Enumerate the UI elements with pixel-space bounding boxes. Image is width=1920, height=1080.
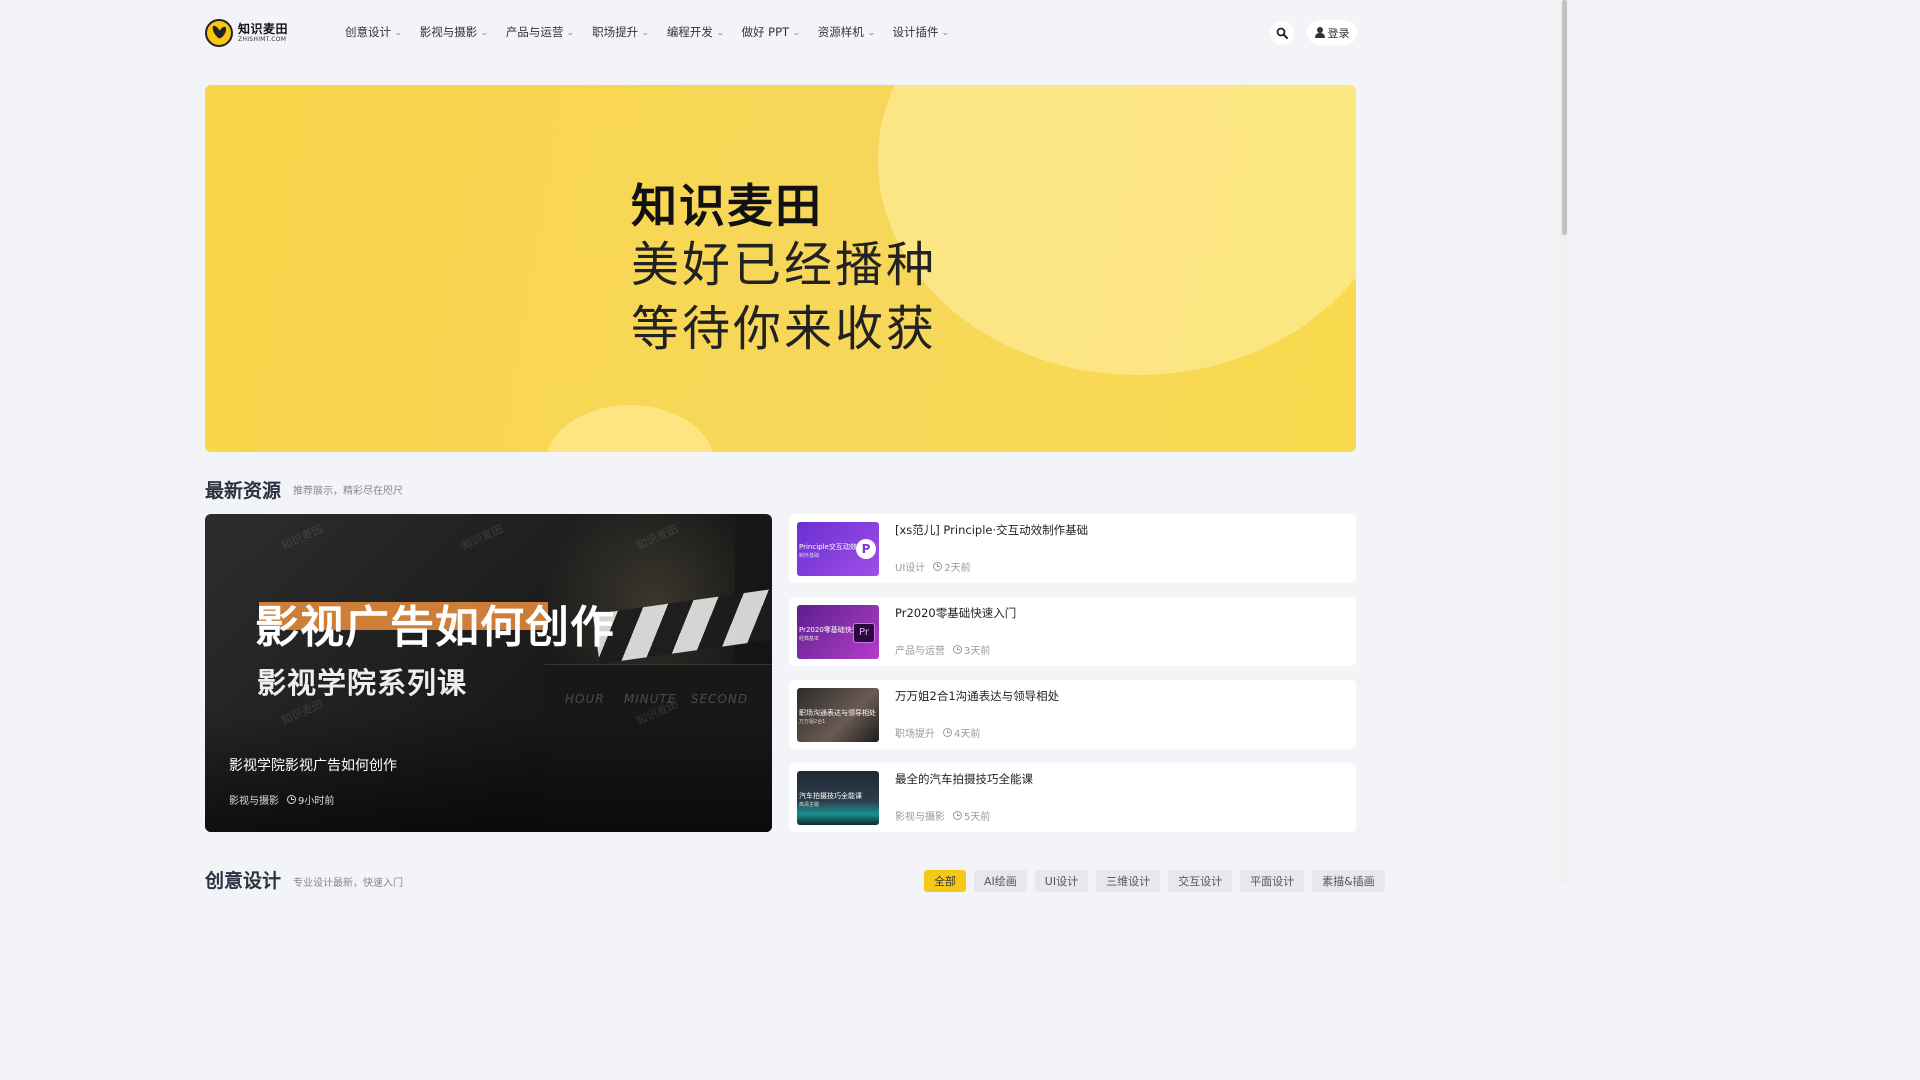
featured-category[interactable]: 影视与摄影 [229, 792, 279, 807]
chevron-down-icon: ⌄ [566, 27, 576, 37]
nav-item-programming[interactable]: 编程开发 ⌄ [667, 24, 725, 40]
resource-category[interactable]: 职场提升 [895, 725, 935, 740]
nav-item-career[interactable]: 职场提升 ⌄ [592, 24, 650, 40]
resource-category[interactable]: UI设计 [895, 559, 925, 574]
featured-resource-card[interactable]: HOUR MINUTE SECOND 知识麦田 知识麦田 知识麦田 知识麦田 知… [205, 514, 772, 832]
chevron-down-icon: ⌄ [641, 27, 650, 37]
featured-time: 9小时前 [298, 796, 335, 807]
hero-banner[interactable]: 知识麦田 美好已经播种 等待你来收获 [205, 85, 1356, 452]
tab-ui-design[interactable]: UI设计 [1034, 870, 1089, 892]
premiere-app-icon: Pr [853, 623, 875, 643]
chevron-down-icon: ⌄ [792, 27, 801, 37]
resource-thumbnail[interactable]: Pr2020零基础快速入门 经典基本 Pr [797, 605, 879, 659]
featured-caption[interactable]: 影视学院影视广告如何创作 [229, 755, 397, 775]
tab-3d-design[interactable]: 三维设计 [1096, 870, 1161, 892]
list-item[interactable]: Principle交互动效 制作基础 P [xs范儿] Principle·交互… [789, 514, 1356, 583]
chevron-down-icon: ⌄ [715, 27, 725, 37]
search-icon [1276, 27, 1288, 39]
resource-thumbnail[interactable]: 职场沟通表达与领导相处 万万姐2合1 [797, 688, 879, 742]
nav-item-film-photography[interactable]: 影视与摄影 ⌄ [420, 24, 489, 40]
clock-icon [287, 795, 296, 804]
user-icon [1314, 27, 1325, 38]
site-logo[interactable]: 知识麦田 ZHISHIMT.COM [205, 18, 288, 48]
resource-title[interactable]: 最全的汽车拍摄技巧全能课 [895, 771, 1033, 787]
resource-meta: 影视与摄影 5天前 [895, 808, 990, 823]
logo-domain: ZHISHIMT.COM [238, 36, 287, 43]
top-header: 知识麦田 ZHISHIMT.COM 创意设计 ⌄ 影视与摄影 ⌄ 产品与运营 ⌄ 职场… [0, 0, 1560, 66]
resource-title[interactable]: 万万姐2合1沟通表达与领导相处 [895, 688, 1059, 704]
resource-title[interactable]: Pr2020零基础快速入门 [895, 605, 1016, 621]
category-tabs: 全部 AI绘画 UI设计 三维设计 交互设计 平面设计 素描&插画 [924, 870, 1393, 892]
clock-icon [953, 811, 962, 820]
resource-title[interactable]: [xs范儿] Principle·交互动效制作基础 [895, 522, 1088, 538]
main-nav: 创意设计 ⌄ 影视与摄影 ⌄ 产品与运营 ⌄ 职场提升 ⌄ 编程开发 ⌄ 做好 PPT ⌄ … [345, 24, 967, 40]
login-label: 登录 [1327, 26, 1350, 40]
chevron-down-icon: ⌄ [941, 27, 951, 37]
wheat-logo-icon [205, 19, 233, 47]
nav-item-design-plugins[interactable]: 设计插件 ⌄ [892, 24, 951, 40]
tab-graphic-design[interactable]: 平面设计 [1240, 870, 1305, 892]
resource-time: 3天前 [964, 646, 991, 657]
list-item[interactable]: 汽车拍摄技巧全能课 高清主题 最全的汽车拍摄技巧全能课 影视与摄影 5天前 [789, 763, 1356, 832]
clock-icon [953, 645, 962, 654]
featured-image-subtitle: 影视学院系列课 [257, 666, 468, 700]
banner-decor-circle [545, 405, 715, 452]
tab-sketch-illustration[interactable]: 素描&插画 [1312, 870, 1385, 892]
login-button[interactable]: 登录 [1307, 20, 1357, 45]
section-subtitle-latest: 推荐展示，精彩尽在咫尺 [293, 486, 403, 497]
resource-category[interactable]: 影视与摄影 [895, 808, 945, 823]
list-item[interactable]: 职场沟通表达与领导相处 万万姐2合1 万万姐2合1沟通表达与领导相处 职场提升 … [789, 680, 1356, 749]
page-scrollbar-thumb[interactable] [1562, 0, 1567, 235]
logo-name: 知识麦田 [238, 22, 289, 36]
tab-interaction-design[interactable]: 交互设计 [1168, 870, 1233, 892]
chevron-down-icon: ⌄ [866, 27, 876, 37]
chevron-down-icon: ⌄ [480, 27, 489, 37]
resource-thumbnail[interactable]: Principle交互动效 制作基础 P [797, 522, 879, 576]
resource-category[interactable]: 产品与运营 [895, 642, 945, 657]
nav-item-creative-design[interactable]: 创意设计 ⌄ [345, 24, 403, 40]
search-button[interactable] [1270, 21, 1294, 45]
featured-meta: 影视与摄影 9小时前 [229, 792, 334, 807]
nav-item-ppt[interactable]: 做好 PPT ⌄ [742, 24, 801, 40]
resource-meta: 职场提升 4天前 [895, 725, 980, 740]
resource-meta: UI设计 2天前 [895, 559, 971, 574]
section-title-creative: 创意设计 [205, 870, 282, 892]
tab-all[interactable]: 全部 [924, 870, 966, 892]
chevron-down-icon: ⌄ [393, 27, 403, 37]
resource-time: 4天前 [954, 729, 981, 740]
resource-meta: 产品与运营 3天前 [895, 642, 990, 657]
banner-slogan-line1: 美好已经播种 [631, 237, 938, 293]
nav-item-mockups[interactable]: 资源样机 ⌄ [818, 24, 876, 40]
principle-app-icon: P [856, 539, 876, 559]
banner-slogan-line2: 等待你来收获 [631, 301, 938, 357]
banner-decor-circle [878, 85, 1356, 375]
clock-icon [933, 562, 943, 571]
tab-ai-painting[interactable]: AI绘画 [974, 870, 1027, 892]
section-title-latest: 最新资源 [205, 480, 282, 502]
resource-time: 5天前 [964, 812, 991, 823]
banner-title: 知识麦田 [631, 179, 823, 233]
resource-time: 2天前 [944, 563, 971, 574]
nav-item-product-operation[interactable]: 产品与运营 ⌄ [506, 24, 576, 40]
section-subtitle-creative: 专业设计最新，快速入门 [293, 878, 403, 889]
resource-thumbnail[interactable]: 汽车拍摄技巧全能课 高清主题 [797, 771, 879, 825]
featured-image-title: 影视广告如何创作 [255, 602, 615, 653]
clock-icon [943, 728, 952, 737]
list-item[interactable]: Pr2020零基础快速入门 经典基本 Pr Pr2020零基础快速入门 产品与运… [789, 597, 1356, 666]
